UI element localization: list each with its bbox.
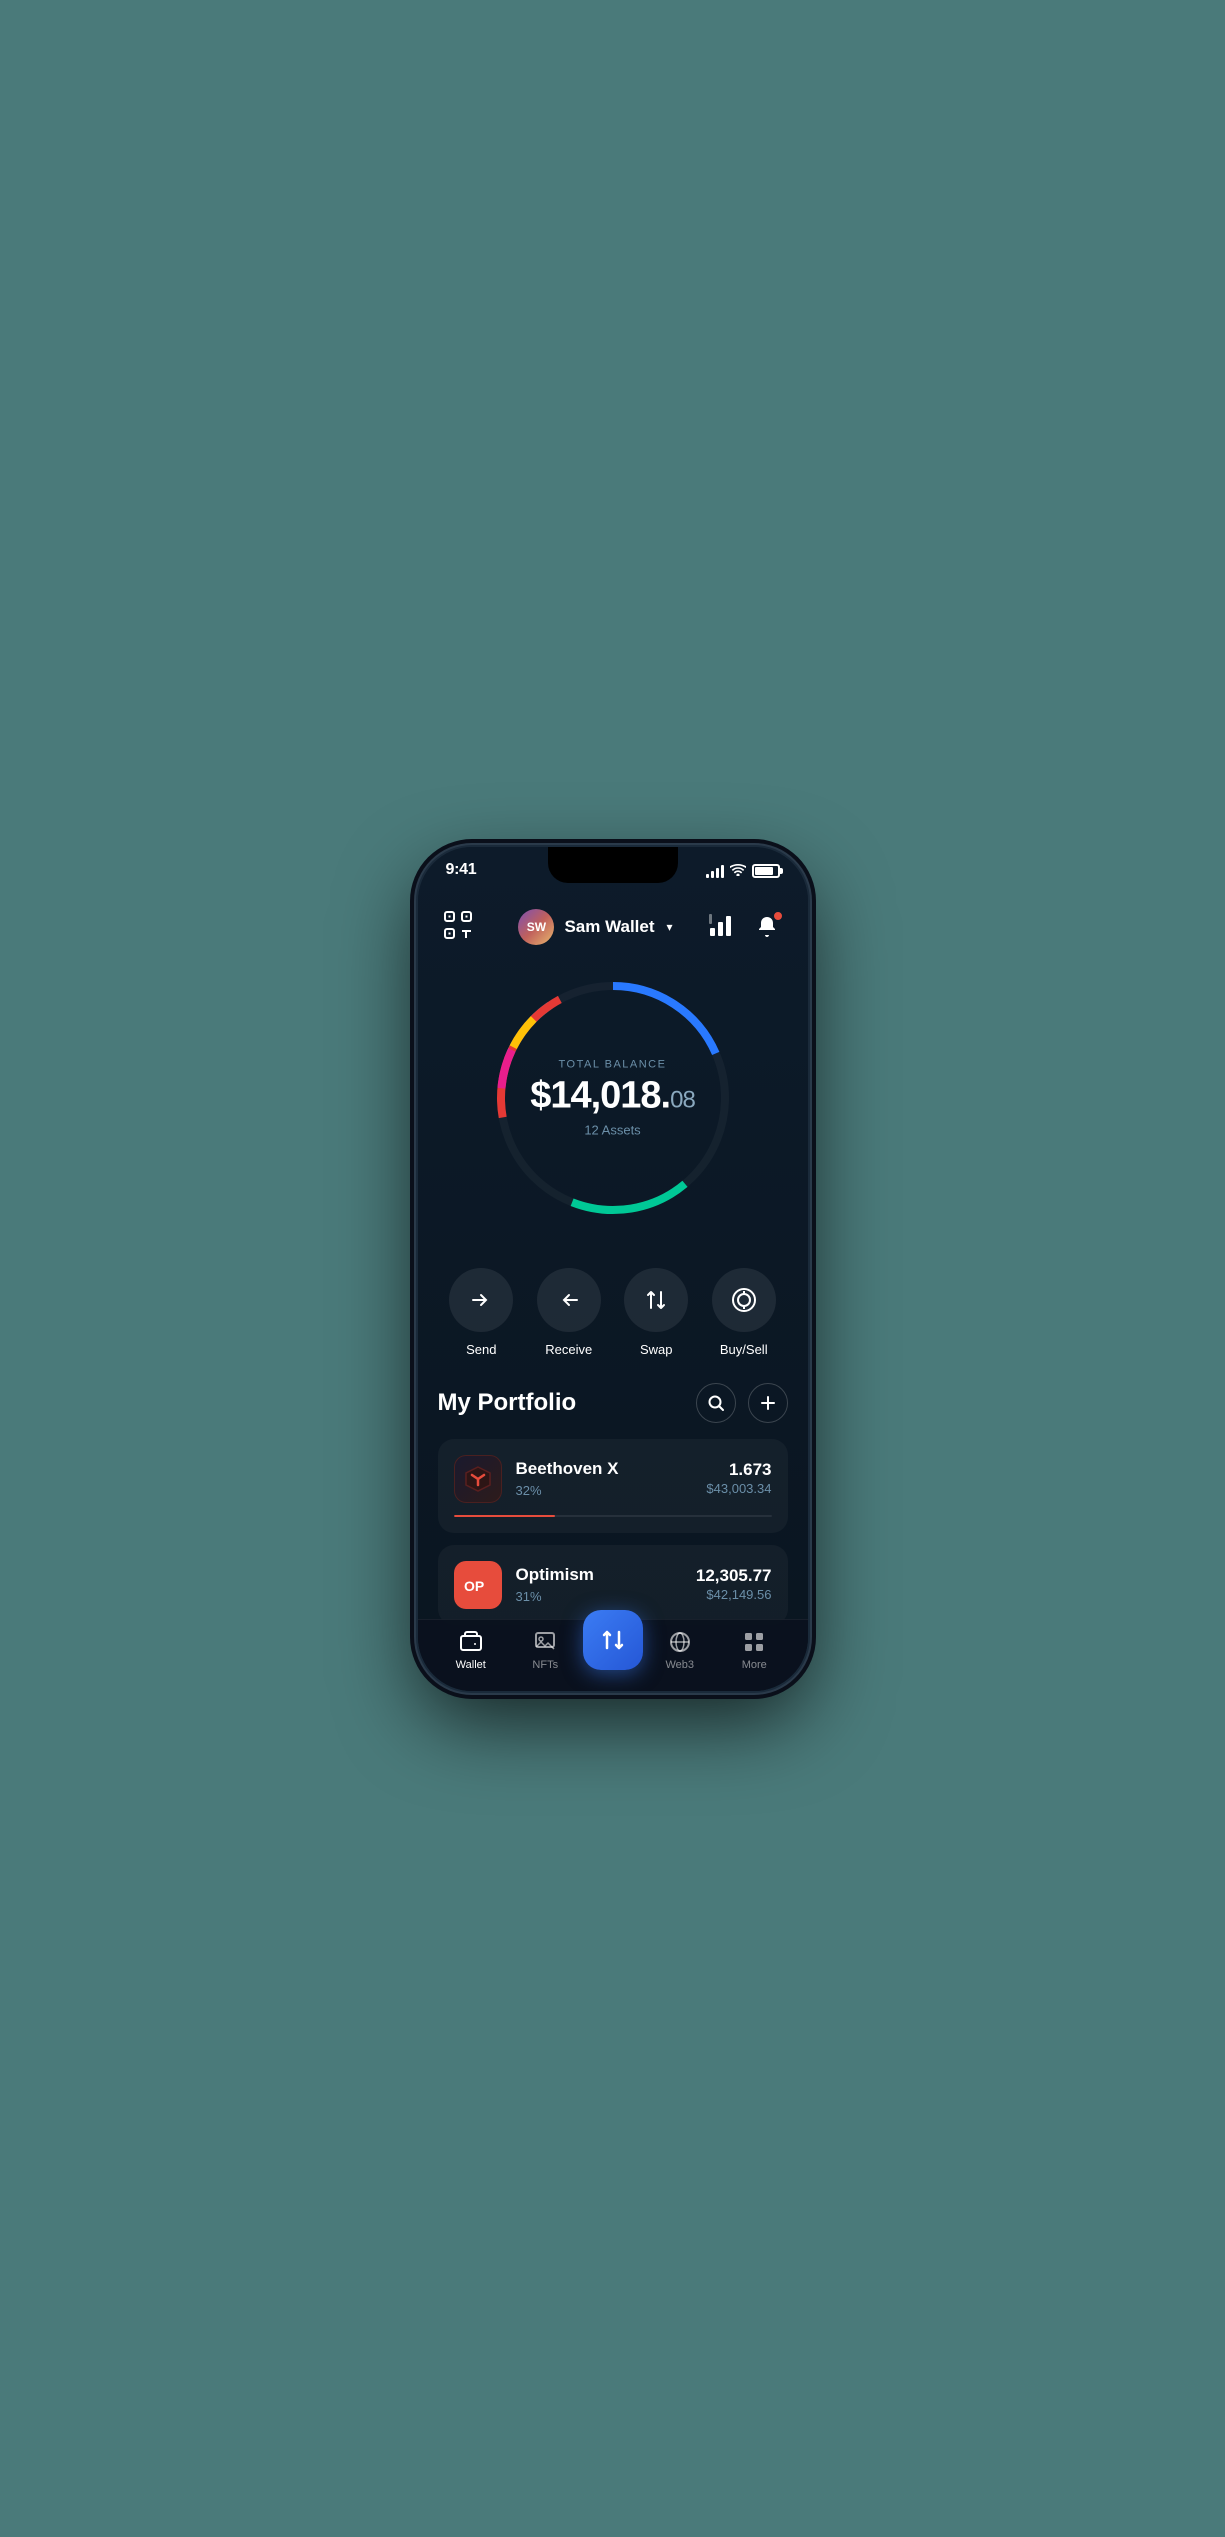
wallet-selector[interactable]: SW Sam Wallet ▾ bbox=[518, 909, 672, 945]
signal-icon bbox=[706, 864, 724, 878]
swap-button[interactable]: Swap bbox=[617, 1268, 697, 1357]
notification-badge bbox=[773, 911, 783, 921]
balance-cents: 08 bbox=[670, 1086, 695, 1113]
circle-chart: TOTAL BALANCE $14,018.08 12 Assets bbox=[483, 968, 743, 1228]
status-time: 9:41 bbox=[446, 861, 477, 879]
beethoven-progress-bar bbox=[454, 1515, 772, 1517]
nav-wallet-label: Wallet bbox=[456, 1659, 486, 1671]
notification-button[interactable] bbox=[751, 911, 783, 943]
total-balance-amount: $14,018.08 bbox=[530, 1076, 695, 1114]
receive-icon bbox=[557, 1288, 581, 1312]
assets-count: 12 Assets bbox=[530, 1122, 695, 1137]
beethoven-values: 1.673 $43,003.34 bbox=[706, 1460, 771, 1498]
optimism-values: 12,305.77 $42,149.56 bbox=[696, 1566, 772, 1604]
buysell-icon bbox=[731, 1287, 757, 1313]
beethoven-logo bbox=[454, 1455, 502, 1503]
optimism-info: Optimism 31% bbox=[516, 1565, 594, 1604]
optimism-left: OP Optimism 31% bbox=[454, 1561, 594, 1609]
buysell-label: Buy/Sell bbox=[720, 1342, 768, 1357]
nav-more-label: More bbox=[742, 1659, 767, 1671]
balance-main: $14,018. bbox=[530, 1074, 670, 1116]
nav-center-button[interactable] bbox=[583, 1610, 643, 1670]
beethoven-header: Beethoven X 32% 1.673 $43,003.34 bbox=[454, 1455, 772, 1503]
portfolio-actions bbox=[696, 1383, 788, 1423]
wallet-name: Sam Wallet bbox=[564, 917, 654, 937]
wallet-avatar: SW bbox=[518, 909, 554, 945]
search-icon bbox=[707, 1394, 725, 1412]
optimism-usd: $42,149.56 bbox=[706, 1587, 771, 1602]
more-icon bbox=[742, 1630, 766, 1654]
receive-label: Receive bbox=[545, 1342, 592, 1357]
wallet-icon bbox=[459, 1630, 483, 1654]
send-button[interactable]: Send bbox=[442, 1268, 522, 1357]
beethoven-left: Beethoven X 32% bbox=[454, 1455, 619, 1503]
svg-text:OP: OP bbox=[464, 1578, 484, 1594]
analytics-button[interactable] bbox=[709, 914, 735, 941]
scanner-button[interactable] bbox=[442, 909, 482, 946]
beethoven-name: Beethoven X bbox=[516, 1459, 619, 1479]
phone-frame: 9:41 bbox=[418, 847, 808, 1691]
buysell-icon-circle bbox=[712, 1268, 776, 1332]
send-label: Send bbox=[466, 1342, 496, 1357]
portfolio-header: My Portfolio bbox=[438, 1383, 788, 1423]
nav-more[interactable]: More bbox=[717, 1630, 792, 1671]
chart-icon bbox=[709, 914, 735, 936]
wifi-icon bbox=[730, 863, 746, 879]
search-button[interactable] bbox=[696, 1383, 736, 1423]
send-icon bbox=[469, 1288, 493, 1312]
plus-icon bbox=[759, 1394, 777, 1412]
header-right-actions bbox=[709, 911, 783, 943]
battery-icon bbox=[752, 864, 780, 878]
beethoven-progress-fill bbox=[454, 1515, 556, 1517]
optimism-header: OP Optimism 31% 12,305.77 $42,149.56 bbox=[454, 1561, 772, 1609]
swap-icon bbox=[644, 1288, 668, 1312]
beethoven-amount: 1.673 bbox=[706, 1460, 771, 1480]
receive-icon-circle bbox=[537, 1268, 601, 1332]
receive-button[interactable]: Receive bbox=[529, 1268, 609, 1357]
optimism-amount: 12,305.77 bbox=[696, 1566, 772, 1586]
center-swap-icon bbox=[600, 1627, 626, 1653]
total-balance-label: TOTAL BALANCE bbox=[530, 1058, 695, 1070]
bottom-nav: Wallet NFTs bbox=[418, 1619, 808, 1691]
beethoven-info: Beethoven X 32% bbox=[516, 1459, 619, 1498]
app-content: 9:41 bbox=[418, 847, 808, 1691]
balance-center: TOTAL BALANCE $14,018.08 12 Assets bbox=[530, 1058, 695, 1137]
optimism-name: Optimism bbox=[516, 1565, 594, 1585]
nav-web3[interactable]: Web3 bbox=[643, 1630, 718, 1671]
notch bbox=[548, 847, 678, 883]
nav-nfts[interactable]: NFTs bbox=[508, 1630, 583, 1671]
nav-web3-label: Web3 bbox=[665, 1659, 694, 1671]
optimism-logo: OP bbox=[454, 1561, 502, 1609]
scanner-icon bbox=[442, 909, 474, 941]
send-icon-circle bbox=[449, 1268, 513, 1332]
beethoven-percent: 32% bbox=[516, 1483, 619, 1498]
swap-label: Swap bbox=[640, 1342, 673, 1357]
beethoven-usd: $43,003.34 bbox=[706, 1481, 771, 1496]
nav-nfts-label: NFTs bbox=[532, 1659, 558, 1671]
web3-icon bbox=[668, 1630, 692, 1654]
nav-wallet[interactable]: Wallet bbox=[434, 1630, 509, 1671]
swap-icon-circle bbox=[624, 1268, 688, 1332]
add-asset-button[interactable] bbox=[748, 1383, 788, 1423]
balance-section: TOTAL BALANCE $14,018.08 12 Assets bbox=[418, 958, 808, 1248]
portfolio-title: My Portfolio bbox=[438, 1389, 577, 1417]
buysell-button[interactable]: Buy/Sell bbox=[704, 1268, 784, 1357]
portfolio-item-beethoven[interactable]: Beethoven X 32% 1.673 $43,003.34 bbox=[438, 1439, 788, 1533]
chevron-down-icon: ▾ bbox=[667, 920, 673, 934]
optimism-percent: 31% bbox=[516, 1589, 594, 1604]
action-buttons: Send Receive Swap bbox=[418, 1248, 808, 1367]
status-icons bbox=[706, 861, 780, 879]
nfts-icon bbox=[533, 1630, 557, 1654]
